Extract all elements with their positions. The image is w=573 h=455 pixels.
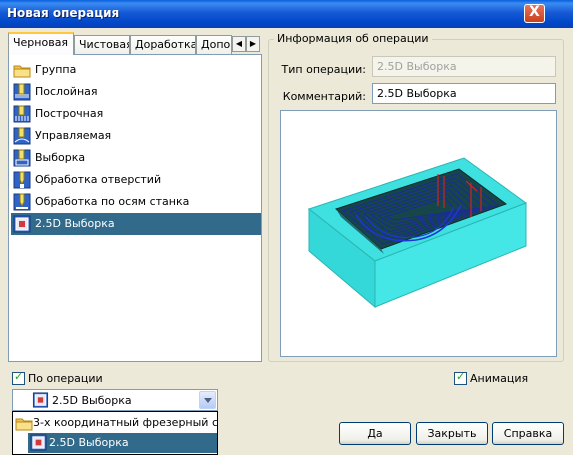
- pocket-2-5d-icon: [13, 215, 31, 233]
- list-item-label: Построчная: [35, 107, 104, 120]
- tab-additional[interactable]: Допо: [196, 35, 232, 54]
- folder-icon: [15, 418, 33, 431]
- by-operation-label: По операции: [28, 372, 103, 385]
- list-item-axis-machining[interactable]: Обработка по осям станка: [11, 191, 261, 213]
- list-item-pocket-2-5d[interactable]: 2.5D Выборка: [11, 213, 261, 235]
- tab-finishing[interactable]: Чистовая: [74, 35, 130, 54]
- arrow-left-icon: ◀: [235, 39, 243, 48]
- operation-type-field: 2.5D Выборка: [372, 56, 556, 77]
- pocketing-icon: [13, 149, 31, 167]
- tab-label: Доработка: [135, 38, 196, 51]
- list-item-label: Послойная: [35, 85, 98, 98]
- drilling-icon: [13, 171, 31, 189]
- comment-input[interactable]: 2.5D Выборка: [372, 83, 556, 104]
- animation-label: Анимация: [470, 372, 529, 385]
- help-button[interactable]: Справка: [492, 422, 564, 445]
- close-button[interactable]: X: [524, 4, 545, 23]
- animation-checkbox[interactable]: ✓: [454, 370, 467, 385]
- list-item-layer[interactable]: Послойная: [11, 81, 261, 103]
- chevron-down-icon: [204, 398, 212, 403]
- dialog-window: Новая операция X Чистовая Доработка Допо…: [0, 0, 573, 455]
- tab-roughing[interactable]: Черновая: [8, 32, 74, 55]
- guided-milling-icon: [13, 127, 31, 145]
- combo-value: 2.5D Выборка: [52, 394, 132, 407]
- operation-list[interactable]: Группа Послойная Построчная Управляемая …: [8, 54, 262, 362]
- dropdown-item-pocket-2-5d[interactable]: 2.5D Выборка: [28, 433, 217, 453]
- operation-type-value: 2.5D Выборка: [377, 60, 457, 73]
- checkmark-icon: ✓: [456, 370, 466, 383]
- operation-preview: [280, 110, 557, 357]
- tab-rework[interactable]: Доработка: [130, 35, 196, 54]
- tab-scroll-left-button[interactable]: ◀: [232, 36, 246, 52]
- tab-label: Допо: [201, 38, 231, 51]
- layer-milling-icon: [13, 83, 31, 101]
- combo-dropdown-list[interactable]: 3-х координатный фрезерный стано 2.5D Вы…: [12, 411, 218, 455]
- tab-scroll-right-button[interactable]: ▶: [246, 36, 260, 52]
- pocket-toolpath-preview: [307, 157, 528, 309]
- list-item-label: Группа: [35, 63, 77, 76]
- pocket-2-5d-icon: [32, 392, 49, 408]
- title-bar[interactable]: Новая операция X: [0, 0, 573, 28]
- close-button-label: Закрыть: [427, 427, 477, 440]
- close-dialog-button[interactable]: Закрыть: [416, 422, 488, 445]
- list-item-guided[interactable]: Управляемая: [11, 125, 261, 147]
- help-button-label: Справка: [503, 427, 553, 440]
- pocket-2-5d-icon: [30, 434, 47, 451]
- comment-label: Комментарий:: [282, 90, 366, 103]
- folder-icon: [13, 65, 31, 78]
- close-icon: X: [529, 4, 540, 20]
- list-item-label: 2.5D Выборка: [35, 217, 115, 230]
- axis-machining-icon: [13, 193, 31, 211]
- tab-label: Чистовая: [79, 38, 130, 51]
- list-item-line[interactable]: Построчная: [11, 103, 261, 125]
- combo-dropdown-button[interactable]: [199, 391, 216, 409]
- list-item-label: Управляемая: [35, 129, 112, 142]
- list-item-label: Обработка по осям станка: [35, 195, 190, 208]
- comment-value: 2.5D Выборка: [377, 87, 457, 100]
- list-item-drilling[interactable]: Обработка отверстий: [11, 169, 261, 191]
- operation-type-label: Тип операции:: [281, 63, 366, 76]
- dropdown-item-label: 3-х координатный фрезерный стано: [33, 416, 218, 429]
- ok-button-label: Да: [367, 427, 383, 440]
- list-item-pocketing[interactable]: Выборка: [11, 147, 261, 169]
- ok-button[interactable]: Да: [339, 422, 411, 445]
- dropdown-item-label: 2.5D Выборка: [49, 436, 129, 449]
- group-legend: Информация об операции: [274, 32, 432, 45]
- list-item-label: Выборка: [35, 151, 86, 164]
- operation-combo[interactable]: 2.5D Выборка: [12, 389, 218, 411]
- tab-label: Черновая: [13, 36, 69, 49]
- line-milling-icon: [13, 105, 31, 123]
- checkmark-icon: ✓: [14, 370, 24, 383]
- list-item-group[interactable]: Группа: [11, 59, 261, 81]
- by-operation-checkbox[interactable]: ✓: [12, 370, 25, 385]
- window-title: Новая операция: [7, 6, 120, 20]
- dropdown-item-machine[interactable]: 3-х координатный фрезерный стано: [13, 413, 217, 433]
- list-item-label: Обработка отверстий: [35, 173, 162, 186]
- arrow-right-icon: ▶: [249, 39, 257, 48]
